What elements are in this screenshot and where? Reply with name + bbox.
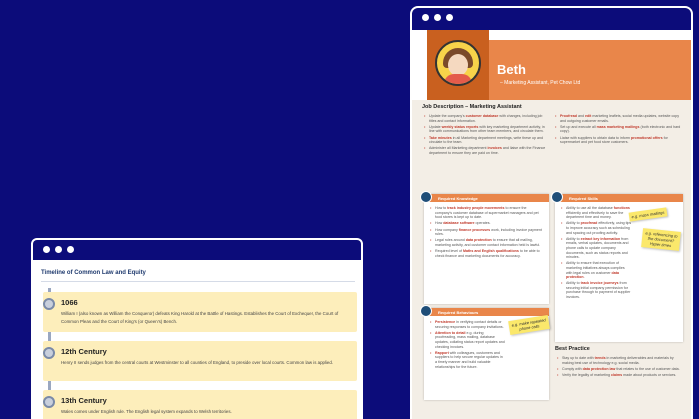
timeline-event: 1066 William I (also known as William th…	[43, 292, 357, 332]
job-description-right-list: Proofread and edit marketing leaflets, s…	[555, 114, 683, 146]
window-titlebar	[33, 240, 361, 260]
list-item: Update weekly status reports with key ma…	[424, 125, 546, 134]
timeline-node-icon	[43, 298, 55, 310]
list-item: Update the company's customer database w…	[424, 114, 546, 123]
window-dot-icon[interactable]	[43, 246, 50, 253]
list-item: Verify the legality of marketing claims …	[557, 373, 683, 378]
list-item: Legal rules around data protection to en…	[430, 238, 544, 247]
event-year: 1066	[61, 298, 78, 307]
list-item: Ability to extract key information from …	[561, 237, 632, 260]
card-header: Required Skills	[551, 191, 683, 203]
job-description-left-list: Update the company's customer database w…	[424, 114, 546, 157]
list-item: How database software operates.	[430, 221, 544, 226]
event-text: Wales comes under English rule. The Engl…	[61, 409, 232, 414]
list-item: Comply with data protection law that rel…	[557, 367, 683, 372]
list-item: Ability to proofread effectively, using …	[561, 221, 632, 235]
woman-avatar-icon	[435, 40, 481, 86]
knowledge-list: How to track industry people movements t…	[424, 202, 549, 258]
best-practice-list: Stay up to date with trends in marketing…	[557, 356, 683, 379]
list-item: How company finance processes work, incl…	[430, 228, 544, 237]
profile-header: Beth – Marketing Assistant, Pet Chow Ltd	[412, 30, 691, 100]
list-item: Proofread and edit marketing leaflets, s…	[555, 114, 683, 123]
list-item: Administer all Marketing department invo…	[424, 146, 546, 155]
list-item: Set up and execute all mass marketing ma…	[555, 125, 683, 134]
profile-window: Beth – Marketing Assistant, Pet Chow Ltd…	[410, 6, 693, 419]
window-dot-icon[interactable]	[422, 14, 429, 21]
list-item: Persistence in verifying contact details…	[430, 320, 505, 329]
event-year: 12th Century	[61, 347, 107, 356]
window-dot-icon[interactable]	[446, 14, 453, 21]
timeline-window: Timeline of Common Law and Equity 1066 W…	[31, 238, 363, 419]
event-text: William I (also known as William the Con…	[61, 311, 339, 324]
list-item: Liaise with suppliers to obtain data to …	[555, 136, 683, 145]
window-titlebar	[412, 8, 691, 30]
window-dot-icon[interactable]	[55, 246, 62, 253]
list-item: Required level of Maths and English qual…	[430, 249, 544, 258]
card-header: Required Behaviours	[420, 305, 549, 317]
job-description-title: Job Description – Marketing Assistant	[422, 104, 522, 110]
sticky-note: e.g. referencing to the document? Hyper …	[641, 228, 681, 251]
event-text: Henry II sends judges from the central c…	[61, 360, 334, 365]
best-practice-title: Best Practice	[555, 346, 590, 352]
timeline-event: 13th Century Wales comes under English r…	[43, 390, 357, 419]
event-year: 13th Century	[61, 396, 107, 405]
list-item: How to track industry people movements t…	[430, 206, 544, 220]
profile-role: – Marketing Assistant, Pet Chow Ltd	[500, 80, 581, 86]
avatar	[427, 30, 489, 100]
card-title: Required Skills	[569, 195, 598, 201]
card-header: Required Knowledge	[420, 191, 549, 203]
timeline-title: Timeline of Common Law and Equity	[41, 270, 146, 276]
profile-name: Beth	[497, 62, 526, 77]
divider	[41, 281, 355, 282]
timeline-node-icon	[43, 347, 55, 359]
skills-list: Ability to use all the database function…	[555, 202, 637, 300]
required-knowledge-card: Required Knowledge How to track industry…	[420, 191, 549, 304]
timeline-node-icon	[43, 396, 55, 408]
window-dot-icon[interactable]	[434, 14, 441, 21]
window-dot-icon[interactable]	[67, 246, 74, 253]
card-title: Required Behaviours	[438, 309, 479, 315]
list-item: Stay up to date with trends in marketing…	[557, 356, 683, 365]
behaviours-list: Persistence in verifying contact details…	[424, 316, 510, 369]
list-item: Ability to ensure that execution of mark…	[561, 261, 632, 279]
card-title: Required Knowledge	[438, 195, 478, 201]
list-item: Ability to use all the database function…	[561, 206, 632, 220]
list-item: Take minutes in all Marketing department…	[424, 136, 546, 145]
list-item: Rapport with colleagues, customers and s…	[430, 351, 505, 369]
timeline-event: 12th Century Henry II sends judges from …	[43, 341, 357, 381]
list-item: Attention to detail e.g. during proofrea…	[430, 331, 505, 349]
list-item: Ability to track invoice journeys from s…	[561, 281, 632, 299]
